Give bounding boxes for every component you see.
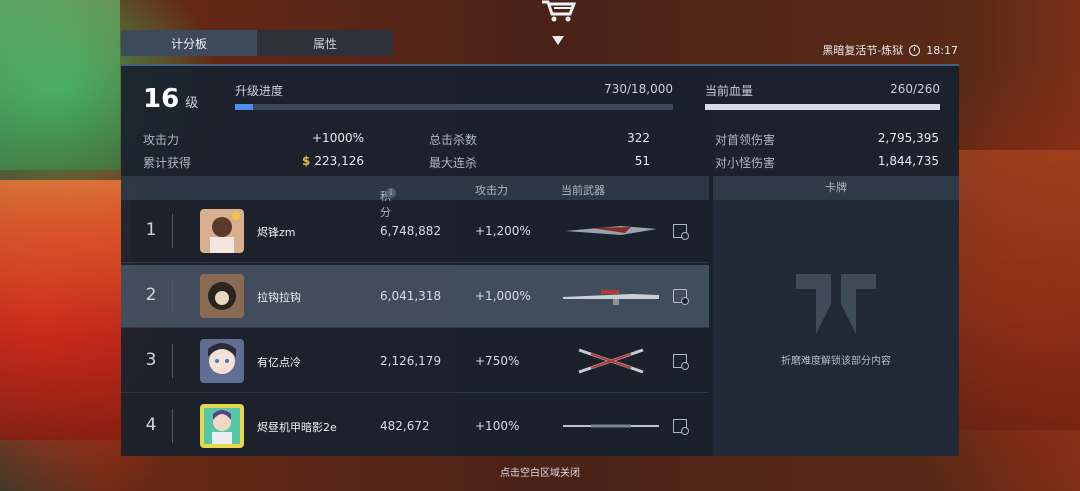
player-score: 482,672	[380, 419, 430, 433]
avatar[interactable]	[200, 274, 244, 318]
player-score: 6,041,318	[380, 289, 442, 303]
rank-divider	[172, 409, 173, 443]
level-number: 16	[143, 84, 180, 114]
row-rank: 1	[145, 220, 157, 240]
event-name: 黑暗复活节-炼狱	[822, 44, 904, 57]
weapon-icon	[563, 290, 659, 305]
stat-earned: 累计获得 $223,126	[143, 154, 364, 171]
progress-value: 730/18,000	[604, 82, 673, 96]
stat-minion-damage-value: 1,844,735	[877, 154, 939, 168]
avatar[interactable]	[200, 209, 244, 253]
stat-attack-value: +1000%	[312, 131, 364, 145]
player-level: 16 级	[143, 84, 198, 114]
collapse-arrow-icon[interactable]	[552, 36, 564, 45]
health-bar-fill	[705, 104, 940, 110]
weapon-icon	[565, 226, 657, 235]
stat-minion-damage-label: 对小怪伤害	[715, 156, 776, 170]
stat-boss-damage-label: 对首领伤害	[715, 133, 776, 147]
progress-label: 升级进度	[235, 84, 284, 98]
stat-streak-label: 最大连杀	[429, 156, 478, 170]
table-row[interactable]: 1 烬锋zm 6,748,882 +1,200%	[121, 200, 709, 263]
stat-streak: 最大连杀 51	[429, 154, 650, 171]
progress-bar-fill	[235, 104, 253, 110]
event-time: 18:17	[926, 43, 958, 57]
cards-panel: 卡牌 折磨难度解锁该部分内容	[713, 176, 959, 456]
player-name: 烬昼机甲暗影2e	[257, 421, 337, 434]
health-bar	[705, 104, 940, 110]
current-health: 当前血量 260/260	[705, 82, 940, 110]
health-value: 260/260	[890, 82, 940, 96]
background-green-glow	[0, 0, 120, 170]
stat-earned-label: 累计获得	[143, 156, 192, 170]
level-unit: 级	[185, 96, 199, 111]
tab-bar: 计分板 属性	[121, 30, 393, 56]
stat-attack-label: 攻击力	[143, 133, 180, 147]
stat-attack: 攻击力 +1000%	[143, 131, 364, 148]
background-red-glow	[0, 180, 130, 440]
weapon-icon	[578, 348, 644, 374]
header-weapon: 当前武器	[561, 184, 605, 197]
inspect-icon[interactable]	[673, 354, 689, 370]
tab-scoreboard[interactable]: 计分板	[121, 30, 257, 56]
inspect-icon[interactable]	[673, 289, 689, 305]
player-attack: +1,000%	[475, 289, 531, 303]
clock-icon	[909, 44, 921, 56]
table-row[interactable]: 2 拉钩拉钩 6,041,318 +1,000%	[121, 265, 709, 328]
progress-bar	[235, 104, 673, 110]
stat-boss-damage-value: 2,795,395	[877, 131, 939, 145]
player-name: 烬锋zm	[257, 226, 296, 239]
avatar[interactable]	[200, 339, 244, 383]
health-label: 当前血量	[705, 84, 754, 98]
rank-divider	[172, 344, 173, 378]
player-attack: +100%	[475, 419, 520, 433]
tab-attributes[interactable]: 属性	[257, 30, 393, 56]
rank-divider	[172, 214, 173, 248]
weapon-icon	[563, 424, 659, 428]
table-row[interactable]: 4 烬昼机甲暗影2e 482,672 +100%	[121, 395, 709, 457]
upgrade-progress: 升级进度 730/18,000	[235, 82, 673, 110]
stat-minion-damage: 对小怪伤害 1,844,735	[715, 154, 939, 171]
background-right-glow	[955, 150, 1080, 430]
stat-boss-damage: 对首领伤害 2,795,395	[715, 131, 939, 148]
stat-streak-value: 51	[634, 154, 650, 168]
stat-kills-value: 322	[627, 131, 650, 145]
shop-cart-icon[interactable]	[538, 0, 578, 22]
player-attack: +750%	[475, 354, 520, 368]
inspect-icon[interactable]	[673, 224, 689, 240]
player-attack: +1,200%	[475, 224, 531, 238]
row-rank: 2	[145, 285, 157, 305]
row-rank: 3	[145, 350, 157, 370]
event-info: 黑暗复活节-炼狱 18:17	[822, 42, 958, 58]
cards-header: 卡牌	[713, 176, 959, 200]
table-row[interactable]: 3 有亿点冷 2,126,179 +750%	[121, 330, 709, 393]
avatar[interactable]	[200, 404, 244, 448]
player-score: 2,126,179	[380, 354, 442, 368]
player-name: 有亿点冷	[257, 356, 301, 369]
inspect-icon[interactable]	[673, 419, 689, 435]
stat-kills-label: 总击杀数	[429, 133, 478, 147]
stat-kills: 总击杀数 322	[429, 131, 650, 148]
row-rank: 4	[145, 415, 157, 435]
table-header: 积分 i 攻击力 当前武器	[121, 176, 709, 219]
scoreboard-panel: 16 级 升级进度 730/18,000 当前血量 260/260 攻击力 +1…	[121, 64, 959, 456]
header-attack: 攻击力	[475, 184, 508, 197]
cards-locked-text: 折磨难度解锁该部分内容	[781, 356, 891, 367]
close-hint[interactable]: 点击空白区域关闭	[0, 464, 1080, 479]
stat-earned-value: 223,126	[314, 154, 364, 168]
locked-emblem-icon	[796, 274, 876, 334]
rank-divider	[172, 279, 173, 313]
player-name: 拉钩拉钩	[257, 291, 301, 304]
player-score: 6,748,882	[380, 224, 442, 238]
coin-icon: $	[302, 154, 311, 168]
info-icon[interactable]: i	[386, 188, 396, 198]
